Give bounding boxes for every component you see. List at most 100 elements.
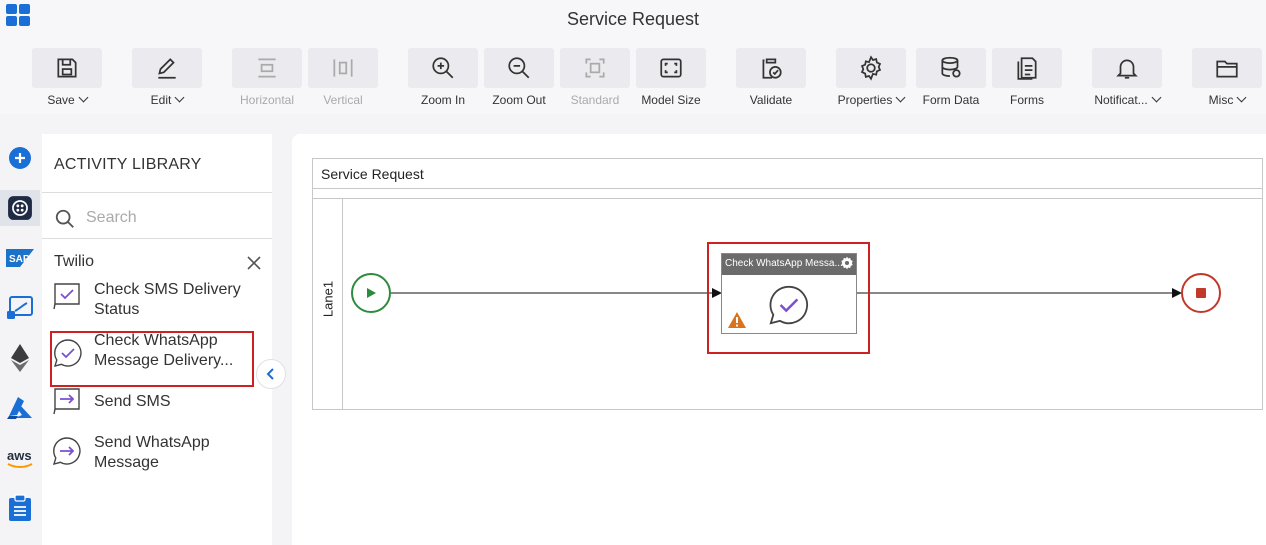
save-button[interactable]: Save xyxy=(32,48,102,112)
library-title: ACTIVITY LIBRARY xyxy=(54,156,202,173)
vertical-button[interactable]: Vertical xyxy=(308,48,378,112)
activity-send-sms[interactable]: Send SMS xyxy=(52,388,267,432)
send-sms-icon xyxy=(53,388,80,415)
save-icon xyxy=(57,58,77,78)
page-title: Service Request xyxy=(566,9,700,29)
start-event[interactable] xyxy=(351,273,391,313)
send-whatsapp-icon xyxy=(52,437,81,465)
chevron-down-icon xyxy=(1236,92,1247,103)
rail-add[interactable] xyxy=(0,140,40,176)
task-check-whatsapp-message[interactable]: Check WhatsApp Messa... xyxy=(721,253,857,334)
chevron-down-icon xyxy=(895,92,906,103)
zoom-out-icon xyxy=(508,57,530,79)
save-label: Save xyxy=(47,93,75,107)
toolbar: Save Edit Horizontal Vertical Zoom In Zo… xyxy=(0,38,1266,114)
forms-icon xyxy=(1017,57,1037,80)
folder-icon xyxy=(1216,60,1238,78)
warning-icon[interactable] xyxy=(727,311,747,329)
standard-label: Standard xyxy=(570,93,620,107)
pool-title: Service Request xyxy=(313,159,1262,189)
sap-logo-icon: SAP xyxy=(6,249,34,267)
process-canvas[interactable]: Service Request Lane1 Check WhatsApp Mes… xyxy=(292,134,1266,545)
aws-logo-text: aws xyxy=(7,448,32,463)
stop-icon xyxy=(1196,288,1206,298)
zoom-in-button[interactable]: Zoom In xyxy=(408,48,478,112)
properties-button[interactable]: Properties xyxy=(836,48,906,112)
activity-label: Check WhatsApp Message Delivery... xyxy=(94,332,234,369)
forms-label: Forms xyxy=(1010,93,1044,107)
rail-ethereum[interactable] xyxy=(0,340,40,376)
azure-icon xyxy=(7,397,32,419)
align-horizontal-icon xyxy=(258,58,276,78)
collapse-panel-button[interactable] xyxy=(256,359,286,389)
chevron-down-icon xyxy=(78,92,89,103)
search-input[interactable] xyxy=(86,204,266,232)
edit-label: Edit xyxy=(150,93,172,107)
activity-library-icon xyxy=(8,196,32,220)
align-vertical-icon xyxy=(333,59,353,77)
lane-label: Lane1 xyxy=(320,280,336,318)
model-size-label: Model Size xyxy=(641,93,701,107)
horizontal-label: Horizontal xyxy=(239,93,295,107)
check-sms-icon xyxy=(53,283,80,310)
rail-activity-library[interactable] xyxy=(0,190,40,226)
pencil-icon xyxy=(158,58,176,79)
ethereum-icon xyxy=(11,344,29,372)
clipboard-icon xyxy=(9,494,31,521)
end-event[interactable] xyxy=(1181,273,1221,313)
workflow-connector-icon xyxy=(7,296,33,319)
aws-logo-icon: aws xyxy=(7,448,33,468)
sap-logo-text: SAP xyxy=(9,254,30,265)
activity-send-whatsapp-message[interactable]: Send WhatsApp Message xyxy=(52,433,267,473)
notifications-button[interactable]: Notificat... xyxy=(1092,48,1162,112)
edit-button[interactable]: Edit xyxy=(132,48,202,112)
close-icon[interactable] xyxy=(246,255,262,271)
chevron-left-icon xyxy=(266,368,274,380)
validate-label: Validate xyxy=(749,93,793,107)
title-bar: Service Request xyxy=(0,0,1266,38)
fit-standard-icon xyxy=(585,58,605,78)
validate-button[interactable]: Validate xyxy=(736,48,806,112)
rail-sap[interactable]: SAP xyxy=(0,240,40,276)
zoom-out-button[interactable]: Zoom Out xyxy=(484,48,554,112)
validate-icon xyxy=(762,58,782,79)
rail-connector[interactable] xyxy=(0,290,40,326)
activity-library-panel: ACTIVITY LIBRARY Twilio Check SMS Delive… xyxy=(42,134,272,545)
bell-icon xyxy=(1116,59,1138,79)
misc-button[interactable]: Misc xyxy=(1192,48,1262,112)
divider xyxy=(42,192,272,193)
standard-button[interactable]: Standard xyxy=(560,48,630,112)
activity-label: Check SMS Delivery Status xyxy=(94,281,241,318)
lane-header[interactable]: Lane1 xyxy=(313,199,343,409)
zoom-out-label: Zoom Out xyxy=(492,93,546,107)
misc-label: Misc xyxy=(1208,93,1234,107)
task-title: Check WhatsApp Messa... xyxy=(725,258,843,269)
form-data-button[interactable]: Form Data xyxy=(916,48,986,112)
rail-azure[interactable] xyxy=(0,390,40,426)
activity-label: Send WhatsApp Message xyxy=(94,434,210,471)
model-size-button[interactable]: Model Size xyxy=(636,48,706,112)
properties-label: Properties xyxy=(837,93,893,107)
gear-icon xyxy=(860,55,882,81)
database-icon xyxy=(941,56,961,78)
forms-button[interactable]: Forms xyxy=(992,48,1062,112)
zoom-in-label: Zoom In xyxy=(420,93,465,107)
group-title-twilio: Twilio xyxy=(54,253,95,270)
chevron-down-icon xyxy=(174,92,185,103)
activity-check-whatsapp-message-delivery[interactable]: Check WhatsApp Message Delivery... xyxy=(50,331,267,387)
check-whatsapp-icon xyxy=(769,285,808,325)
activity-check-sms-delivery-status[interactable]: Check SMS Delivery Status xyxy=(52,280,267,320)
notifications-label: Notificat... xyxy=(1094,93,1148,107)
rail-clipboard[interactable] xyxy=(0,490,40,526)
rail-aws[interactable]: aws xyxy=(0,440,40,476)
activity-label: Send SMS xyxy=(94,393,171,410)
left-rail: SAP aws xyxy=(0,134,40,545)
task-header: Check WhatsApp Messa... xyxy=(722,254,856,275)
chevron-down-icon xyxy=(1151,92,1162,103)
search-icon xyxy=(55,209,74,228)
gear-icon[interactable] xyxy=(840,256,854,270)
zoom-in-icon xyxy=(432,57,454,79)
add-circle-icon xyxy=(9,147,31,169)
horizontal-button[interactable]: Horizontal xyxy=(232,48,302,112)
divider xyxy=(42,238,272,239)
